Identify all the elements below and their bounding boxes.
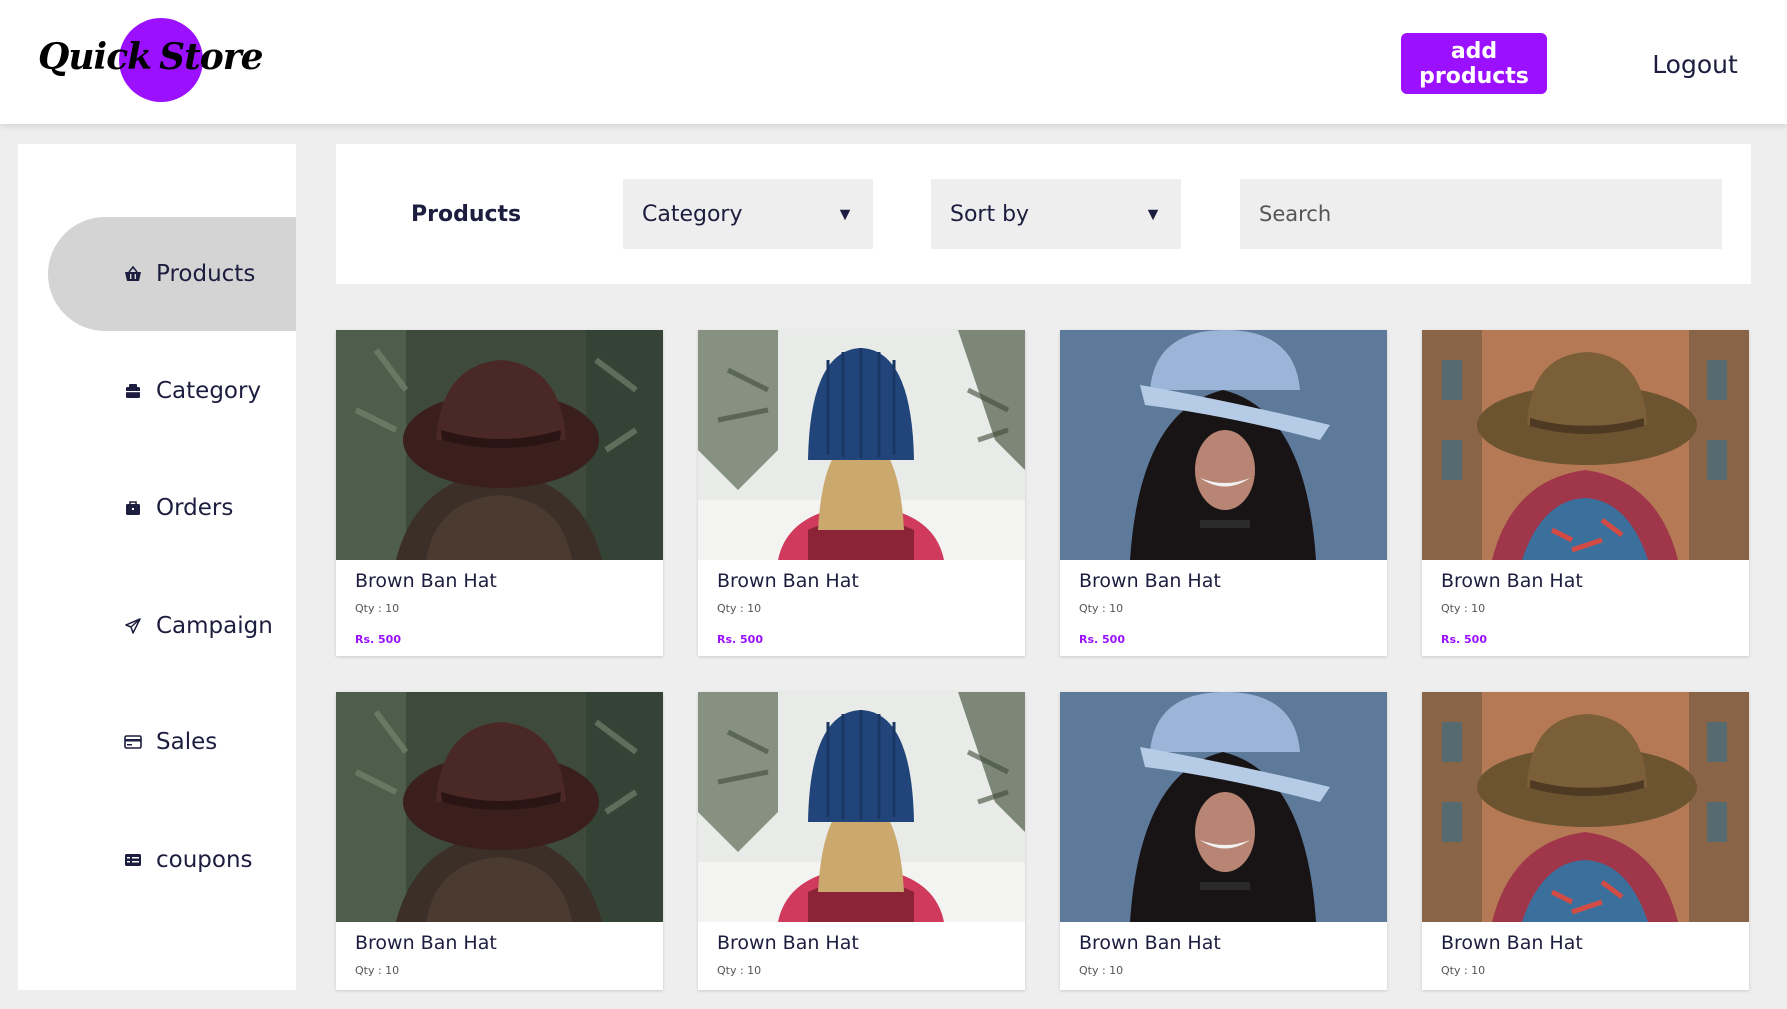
sidebar-item-coupons[interactable]: coupons: [48, 803, 296, 917]
card-icon: [124, 733, 142, 751]
sidebar-item-products[interactable]: Products: [48, 217, 296, 331]
product-name: Brown Ban Hat: [1441, 932, 1583, 954]
sidebar-item-category[interactable]: Category: [48, 334, 296, 448]
paper-plane-icon: [124, 617, 142, 635]
caret-down-icon: ▼: [1144, 203, 1162, 224]
product-name: Brown Ban Hat: [717, 932, 859, 954]
product-price: Rs. 500: [1441, 633, 1487, 646]
sidebar: Products Category Orders Campaign Sales …: [18, 144, 296, 990]
product-qty: Qty : 10: [1441, 602, 1486, 615]
sidebar-item-sales[interactable]: Sales: [48, 685, 296, 799]
product-qty: Qty : 10: [355, 602, 400, 615]
product-name: Brown Ban Hat: [1079, 570, 1221, 592]
category-select[interactable]: Category ▼: [623, 179, 873, 249]
coupon-icon: [124, 851, 142, 869]
product-card[interactable]: Brown Ban Hat Qty : 10: [336, 692, 663, 990]
sidebar-item-label: Orders: [156, 495, 234, 521]
product-qty: Qty : 10: [1079, 602, 1124, 615]
logout-button[interactable]: Logout: [1640, 40, 1750, 88]
product-image: [336, 330, 663, 560]
product-card[interactable]: Brown Ban Hat Qty : 10: [1060, 692, 1387, 990]
logo-text: Quick Store: [38, 36, 264, 78]
product-name: Brown Ban Hat: [355, 570, 497, 592]
sidebar-item-label: Products: [156, 261, 256, 287]
logo-word-quick: Quick: [38, 36, 152, 78]
page-title: Products: [411, 202, 522, 227]
product-name: Brown Ban Hat: [1079, 932, 1221, 954]
quick-store-logo[interactable]: Quick Store: [38, 18, 264, 102]
add-products-button[interactable]: add products: [1401, 33, 1547, 94]
logo-word-store: Store: [159, 36, 264, 78]
sidebar-item-label: Category: [156, 378, 262, 404]
sort-select[interactable]: Sort by ▼: [931, 179, 1181, 249]
sidebar-item-campaign[interactable]: Campaign: [48, 569, 296, 683]
product-qty: Qty : 10: [717, 964, 762, 977]
category-icon: [124, 382, 142, 400]
sidebar-item-orders[interactable]: Orders: [48, 451, 296, 565]
top-header: Quick Store add products Logout: [0, 0, 1787, 124]
briefcase-icon: [124, 499, 142, 517]
product-card[interactable]: Brown Ban Hat Qty : 10: [1422, 692, 1749, 990]
product-qty: Qty : 10: [355, 964, 400, 977]
product-card[interactable]: Brown Ban Hat Qty : 10 Rs. 500: [698, 330, 1025, 656]
product-card[interactable]: Brown Ban Hat Qty : 10 Rs. 500: [1422, 330, 1749, 656]
caret-down-icon: ▼: [836, 203, 854, 224]
search-input[interactable]: [1240, 179, 1722, 249]
product-name: Brown Ban Hat: [1441, 570, 1583, 592]
product-image: [698, 330, 1025, 560]
sidebar-item-label: Sales: [156, 729, 218, 755]
basket-icon: [124, 265, 142, 283]
product-name: Brown Ban Hat: [355, 932, 497, 954]
product-price: Rs. 500: [717, 633, 763, 646]
product-image: [1422, 330, 1749, 560]
product-image: [698, 692, 1025, 922]
sidebar-item-label: Campaign: [156, 613, 273, 639]
product-qty: Qty : 10: [1079, 964, 1124, 977]
category-select-label: Category: [642, 201, 743, 227]
product-image: [1422, 692, 1749, 922]
product-image: [1060, 330, 1387, 560]
product-qty: Qty : 10: [1441, 964, 1486, 977]
sort-select-label: Sort by: [950, 201, 1030, 227]
product-card[interactable]: Brown Ban Hat Qty : 10 Rs. 500: [1060, 330, 1387, 656]
product-price: Rs. 500: [355, 633, 401, 646]
product-name: Brown Ban Hat: [717, 570, 859, 592]
product-image: [1060, 692, 1387, 922]
product-image: [336, 692, 663, 922]
product-card[interactable]: Brown Ban Hat Qty : 10: [698, 692, 1025, 990]
products-toolbar: Products Category ▼ Sort by ▼: [336, 144, 1751, 284]
product-qty: Qty : 10: [717, 602, 762, 615]
sidebar-item-label: coupons: [156, 847, 253, 873]
product-price: Rs. 500: [1079, 633, 1125, 646]
product-card[interactable]: Brown Ban Hat Qty : 10 Rs. 500: [336, 330, 663, 656]
